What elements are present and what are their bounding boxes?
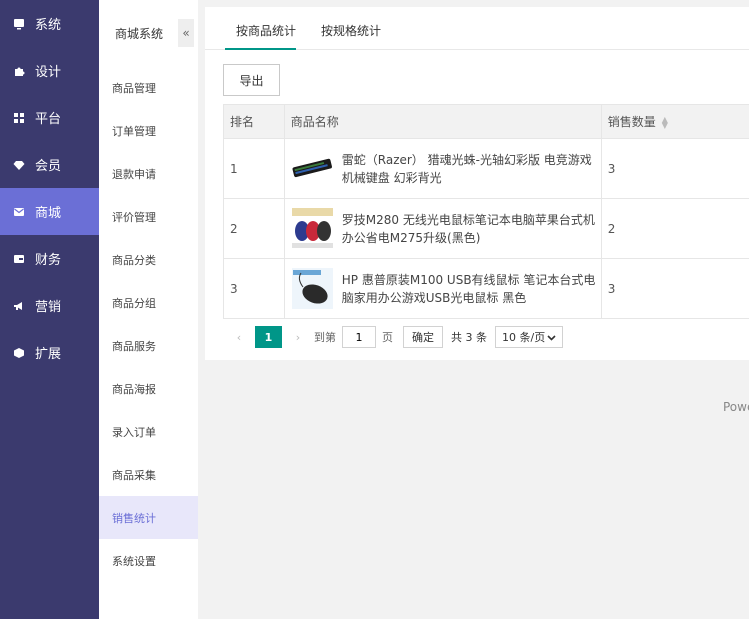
product-name: 雷蛇（Razer） 猎魂光蛛-光轴幻彩版 电竞游戏机械键盘 幻彩背光 xyxy=(341,152,592,185)
page-size-value: 10 条/页 xyxy=(502,331,546,344)
product-thumbnail-mouse xyxy=(290,267,334,310)
nav-item-mall[interactable]: 商城 xyxy=(0,188,99,235)
grid-icon xyxy=(12,111,26,125)
table-row: 2 罗技M280 无线光电鼠标笔记本电脑苹果台式机办公省电M275升级(黑色) … xyxy=(223,198,749,259)
tab-underline xyxy=(225,48,296,50)
nav-label: 系统 xyxy=(35,18,62,33)
product-thumbnail-mice xyxy=(290,207,334,250)
product-cell: 雷蛇（Razer） 猎魂光蛛-光轴幻彩版 电竞游戏机械键盘 幻彩背光 xyxy=(283,138,602,199)
page-unit-label: 页 xyxy=(382,331,393,344)
tab-by-product[interactable]: 按商品统计 xyxy=(236,22,296,39)
product-cell: HP 惠普原装M100 USB有线鼠标 笔记本台式电脑家用办公游戏USB光电鼠标… xyxy=(283,258,602,319)
qty-cell: 2 xyxy=(600,198,749,259)
nav-item-design[interactable]: 设计 xyxy=(0,47,99,94)
nav-label: 营销 xyxy=(35,300,62,315)
submenu: 商城系统 « 商品管理 订单管理 退款申请 评价管理 商品分类 商品分组 商品服… xyxy=(99,0,198,619)
nav-item-marketing[interactable]: 营销 xyxy=(0,282,99,329)
next-page-icon[interactable]: › xyxy=(288,331,308,344)
product-cell: 罗技M280 无线光电鼠标笔记本电脑苹果台式机办公省电M275升级(黑色) xyxy=(283,198,602,259)
content-panel: 按商品统计 按规格统计 导出 排名 商品名称 销售数量 ▲ ▼ 1 雷蛇（Razer… xyxy=(205,7,749,360)
submenu-title: 商城系统 xyxy=(115,26,164,41)
tab-bar: 按商品统计 按规格统计 xyxy=(205,7,749,50)
header-sales-qty-label: 销售数量 xyxy=(607,115,656,129)
megaphone-icon xyxy=(12,299,26,313)
nav-item-extension[interactable]: 扩展 xyxy=(0,329,99,376)
submenu-header: 商城系统 « xyxy=(99,0,198,66)
current-page[interactable]: 1 xyxy=(255,326,282,348)
table-row: 3 HP 惠普原装M100 USB有线鼠标 笔记本台式电脑家用办公游戏USB光电… xyxy=(223,258,749,319)
submenu-item[interactable]: 商品服务 xyxy=(99,324,198,367)
qty-cell: 3 xyxy=(600,138,749,199)
confirm-button[interactable]: 确定 xyxy=(403,326,443,348)
sort-icon[interactable]: ▲ ▼ xyxy=(662,115,668,129)
export-button[interactable]: 导出 xyxy=(223,64,280,96)
submenu-item[interactable]: 录入订单 xyxy=(99,410,198,453)
nav-item-system[interactable]: 系统 xyxy=(0,0,99,47)
tab-by-spec[interactable]: 按规格统计 xyxy=(321,22,381,39)
chevron-down-icon xyxy=(547,331,556,344)
submenu-item[interactable]: 商品海报 xyxy=(99,367,198,410)
mail-icon xyxy=(12,205,26,219)
submenu-item[interactable]: 商品采集 xyxy=(99,453,198,496)
nav-label: 扩展 xyxy=(35,347,62,362)
submenu-item[interactable]: 商品分组 xyxy=(99,281,198,324)
submenu-item[interactable]: 评价管理 xyxy=(99,195,198,238)
rank-cell: 1 xyxy=(223,138,285,199)
page-size-select[interactable]: 10 条/页 xyxy=(495,326,563,348)
nav-label: 设计 xyxy=(35,65,62,80)
nav-label: 商城 xyxy=(35,206,62,221)
nav-item-member[interactable]: 会员 xyxy=(0,141,99,188)
rank-cell: 3 xyxy=(223,258,285,319)
nav-item-finance[interactable]: 财务 xyxy=(0,235,99,282)
wallet-icon xyxy=(12,252,26,266)
submenu-item[interactable]: 系统设置 xyxy=(99,539,198,582)
product-name: HP 惠普原装M100 USB有线鼠标 笔记本台式电脑家用办公游戏USB光电鼠标… xyxy=(341,272,596,305)
pagination: ‹ 1 › 到第 页 确定 共 3 条 10 条/页 xyxy=(229,326,563,348)
nav-item-platform[interactable]: 平台 xyxy=(0,94,99,141)
box-icon xyxy=(12,346,26,360)
goto-label: 到第 xyxy=(314,331,336,344)
monitor-icon xyxy=(12,17,26,31)
header-sales-qty[interactable]: 销售数量 ▲ ▼ xyxy=(600,104,749,139)
qty-cell: 3 xyxy=(600,258,749,319)
total-count: 共 3 条 xyxy=(451,331,487,344)
page-input[interactable] xyxy=(342,326,376,348)
submenu-item[interactable]: 订单管理 xyxy=(99,109,198,152)
submenu-item-sales-stats[interactable]: 销售统计 xyxy=(99,496,198,539)
powered-by-text: Powe xyxy=(723,400,749,414)
product-name: 罗技M280 无线光电鼠标笔记本电脑苹果台式机办公省电M275升级(黑色) xyxy=(341,212,595,245)
table-row: 1 雷蛇（Razer） 猎魂光蛛-光轴幻彩版 电竞游戏机械键盘 幻彩背光 3 xyxy=(223,138,749,199)
table-header-row: 排名 商品名称 销售数量 ▲ ▼ xyxy=(223,104,749,139)
nav-label: 会员 xyxy=(35,159,62,174)
submenu-item[interactable]: 商品管理 xyxy=(99,66,198,109)
nav-label: 财务 xyxy=(35,253,62,268)
nav-label: 平台 xyxy=(35,112,62,127)
sales-table: 排名 商品名称 销售数量 ▲ ▼ 1 雷蛇（Razer） 猎魂光蛛-光轴幻彩版 电竞… xyxy=(223,104,749,319)
rank-cell: 2 xyxy=(223,198,285,259)
prev-page-icon[interactable]: ‹ xyxy=(229,331,249,344)
product-thumbnail-keyboard xyxy=(290,147,334,190)
submenu-item[interactable]: 商品分类 xyxy=(99,238,198,281)
puzzle-icon xyxy=(12,64,26,78)
header-product-name: 商品名称 xyxy=(283,104,602,139)
header-rank: 排名 xyxy=(223,104,285,139)
submenu-item[interactable]: 退款申请 xyxy=(99,152,198,195)
collapse-icon[interactable]: « xyxy=(178,19,194,47)
main-nav: 系统 设计 平台 会员 商城 财务 营销 扩展 xyxy=(0,0,99,619)
diamond-icon xyxy=(12,158,26,172)
